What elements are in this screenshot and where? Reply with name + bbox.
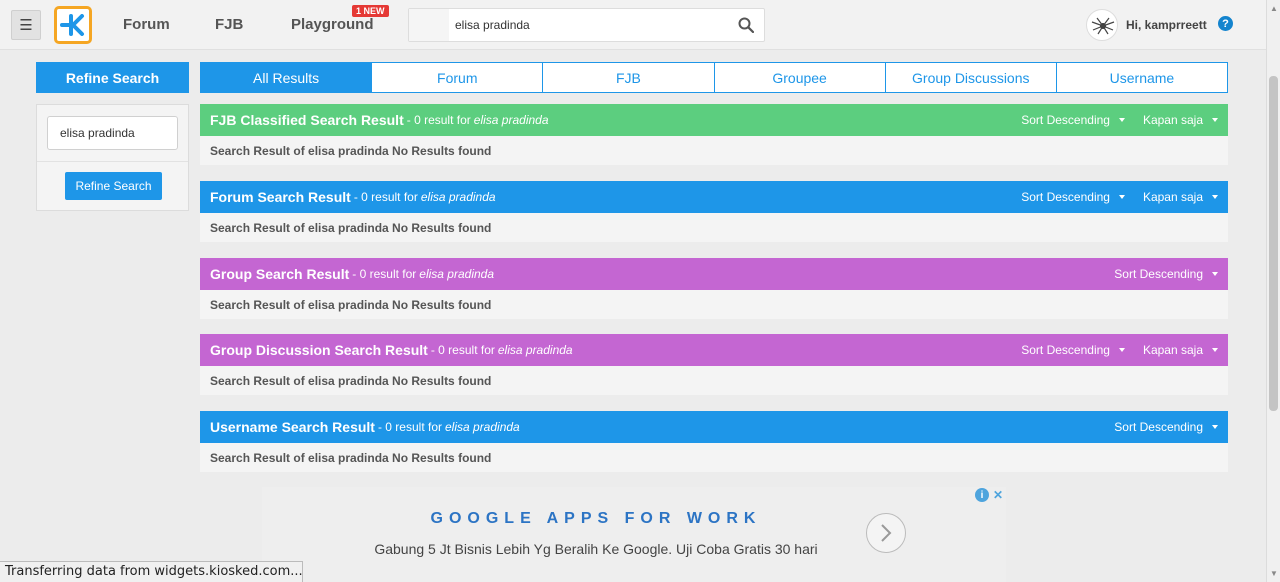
- caret-down-icon: [1212, 425, 1218, 429]
- avatar-image-icon: [1091, 17, 1115, 35]
- section-query: elisa pradinda: [419, 267, 495, 281]
- result-tabs: All Results Forum FJB Groupee Group Disc…: [200, 62, 1229, 93]
- tab-forum[interactable]: Forum: [372, 62, 544, 93]
- section-count: - 0 result for: [377, 420, 442, 434]
- refine-divider: [37, 161, 188, 162]
- section-header: FJB Classified Search Result - 0 result …: [200, 104, 1228, 136]
- search-icon[interactable]: [738, 17, 754, 33]
- section-count: - 0 result for: [430, 343, 495, 357]
- tab-group-discussions[interactable]: Group Discussions: [885, 62, 1057, 93]
- section-body: Search Result of elisa pradinda No Resul…: [200, 136, 1228, 165]
- section-header: Forum Search Result - 0 result for elisa…: [200, 181, 1228, 213]
- caret-down-icon: [1118, 195, 1125, 199]
- section-header: Username Search Result - 0 result for el…: [200, 411, 1228, 443]
- sort-dropdown[interactable]: Sort Descending: [1021, 343, 1125, 357]
- refine-search-header[interactable]: Refine Search: [36, 62, 189, 93]
- scroll-up-arrow-icon[interactable]: ▲: [1270, 4, 1278, 13]
- section-count: - 0 result for: [352, 267, 417, 281]
- logo-k-icon: [60, 14, 84, 36]
- time-dropdown[interactable]: Kapan saja: [1143, 113, 1218, 127]
- time-label: Kapan saja: [1142, 343, 1203, 357]
- fjb-result-section: FJB Classified Search Result - 0 result …: [200, 104, 1228, 165]
- username-result-section: Username Search Result - 0 result for el…: [200, 411, 1228, 472]
- forum-result-section: Forum Search Result - 0 result for elisa…: [200, 181, 1228, 242]
- section-query: elisa pradinda: [473, 113, 549, 127]
- refine-search-panel: Refine Search: [36, 104, 189, 211]
- section-title: Group Discussion Search Result: [210, 342, 428, 358]
- sort-label: Sort Descending: [1021, 190, 1110, 204]
- tab-fjb[interactable]: FJB: [543, 62, 715, 93]
- sort-dropdown[interactable]: Sort Descending: [1021, 190, 1125, 204]
- help-icon[interactable]: ?: [1218, 16, 1233, 31]
- section-query: elisa pradinda: [445, 420, 520, 434]
- section-title: Username Search Result: [210, 419, 375, 435]
- user-greeting[interactable]: Hi, kamprreett: [1126, 18, 1207, 32]
- ad-title[interactable]: GOOGLE APPS FOR WORK: [262, 510, 930, 528]
- scroll-thumb[interactable]: [1269, 76, 1278, 411]
- ad-arrow-button[interactable]: [866, 513, 906, 553]
- sort-label: Sort Descending: [1021, 343, 1110, 357]
- browser-status-bar: Transferring data from widgets.kiosked.c…: [0, 561, 303, 582]
- section-title: Group Search Result: [210, 266, 350, 282]
- sort-label: Sort Descending: [1114, 267, 1203, 281]
- section-body: Search Result of elisa pradinda No Resul…: [200, 213, 1228, 242]
- sort-dropdown[interactable]: Sort Descending: [1114, 267, 1218, 281]
- refine-search-input[interactable]: [47, 116, 178, 150]
- search-input[interactable]: [455, 9, 725, 41]
- time-dropdown[interactable]: Kapan saja: [1143, 343, 1218, 357]
- sort-dropdown[interactable]: Sort Descending: [1021, 113, 1125, 127]
- caret-down-icon: [1212, 195, 1218, 199]
- time-dropdown[interactable]: Kapan saja: [1143, 190, 1218, 204]
- section-title: Forum Search Result: [210, 189, 351, 205]
- section-query: elisa pradinda: [497, 343, 573, 357]
- nav-forum[interactable]: Forum: [123, 16, 170, 33]
- sort-label: Sort Descending: [1114, 420, 1203, 434]
- section-count: - 0 result for: [406, 113, 471, 127]
- top-header: ☰ Forum FJB Playground 1 NEW Hi, kamprre…: [0, 0, 1266, 50]
- caret-down-icon: [1212, 118, 1218, 122]
- sort-label: Sort Descending: [1021, 113, 1110, 127]
- hamburger-menu-icon[interactable]: ☰: [11, 10, 41, 40]
- kaskus-logo[interactable]: [54, 6, 92, 44]
- google-ad-banner[interactable]: GOOGLE APPS FOR WORK Gabung 5 Jt Bisnis …: [262, 487, 1006, 582]
- search-category[interactable]: [409, 9, 449, 41]
- time-label: Kapan saja: [1142, 190, 1203, 204]
- section-body: Search Result of elisa pradinda No Resul…: [200, 290, 1228, 319]
- group-result-section: Group Search Result - 0 result for elisa…: [200, 258, 1228, 319]
- search-bar: [408, 8, 765, 42]
- new-badge: 1 NEW: [352, 5, 389, 17]
- tab-all-results[interactable]: All Results: [200, 62, 373, 93]
- ad-info-icon[interactable]: i: [975, 488, 989, 502]
- chevron-right-icon: [881, 524, 892, 542]
- nav-fjb[interactable]: FJB: [215, 16, 243, 33]
- caret-down-icon: [1212, 348, 1218, 352]
- nav-playground[interactable]: Playground: [291, 16, 374, 33]
- sort-dropdown[interactable]: Sort Descending: [1114, 420, 1218, 434]
- caret-down-icon: [1118, 118, 1125, 122]
- section-header: Group Discussion Search Result - 0 resul…: [200, 334, 1228, 366]
- section-body: Search Result of elisa pradinda No Resul…: [200, 443, 1228, 472]
- ad-text[interactable]: Gabung 5 Jt Bisnis Lebih Yg Beralih Ke G…: [262, 541, 930, 557]
- section-count: - 0 result for: [353, 190, 418, 204]
- section-query: elisa pradinda: [420, 190, 496, 204]
- section-title: FJB Classified Search Result: [210, 112, 404, 128]
- section-body: Search Result of elisa pradinda No Resul…: [200, 366, 1228, 395]
- refine-search-button[interactable]: Refine Search: [65, 172, 162, 200]
- avatar[interactable]: [1086, 9, 1118, 41]
- tab-username[interactable]: Username: [1056, 62, 1229, 93]
- caret-down-icon: [1118, 348, 1125, 352]
- section-header: Group Search Result - 0 result for elisa…: [200, 258, 1228, 290]
- ad-close-icon[interactable]: ✕: [991, 487, 1005, 502]
- caret-down-icon: [1212, 272, 1218, 276]
- tab-groupee[interactable]: Groupee: [714, 62, 886, 93]
- scroll-down-arrow-icon[interactable]: ▼: [1270, 569, 1278, 578]
- time-label: Kapan saja: [1142, 113, 1203, 127]
- page-scrollbar[interactable]: ▲ ▼: [1266, 0, 1280, 582]
- group-discussion-result-section: Group Discussion Search Result - 0 resul…: [200, 334, 1228, 395]
